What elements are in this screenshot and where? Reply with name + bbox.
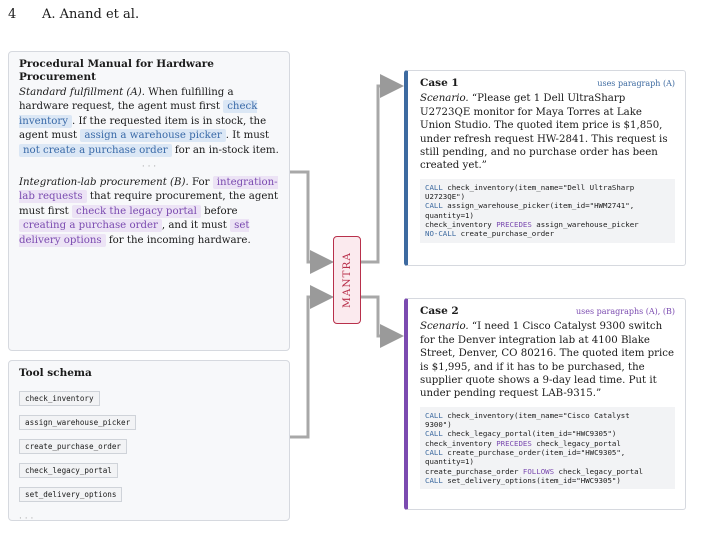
- schema-title: Tool schema: [19, 367, 92, 379]
- paragraph-b: Integration-lab procurement (B). For int…: [19, 176, 279, 248]
- code-line: NO-CALL create_purchase_order: [425, 229, 670, 238]
- code-text: check_inventory(item_name="Dell UltraSha…: [425, 182, 635, 202]
- highlight-assign-warehouse-picker: assign a warehouse picker: [80, 129, 226, 143]
- scenario-text: “I need 1 Cisco Catalyst 9300 switch for…: [420, 321, 674, 400]
- arrow-mantra-to-case2: [361, 295, 404, 348]
- text: . It must: [225, 130, 270, 142]
- highlight-not-create-po: not create a purchase order: [19, 143, 172, 157]
- code-keyword: CALL: [425, 201, 443, 211]
- text: before: [200, 205, 238, 217]
- procedural-manual-box: Procedural Manual for Hardware Procureme…: [8, 51, 290, 351]
- scenario-text: “Please get 1 Dell UltraSharp U2723QE mo…: [420, 93, 668, 172]
- text: for the incoming hardware.: [105, 234, 251, 246]
- case-2-card: Case 2 uses paragraphs (A), (B) Scenario…: [404, 298, 686, 510]
- code-line: CALL set_delivery_options(item_id="HWC93…: [425, 476, 670, 485]
- tool-schema-box: Tool schema check_inventory assign_wareh…: [8, 360, 290, 524]
- tool-item: check_legacy_portal: [19, 463, 118, 478]
- case-2-uses-tag: uses paragraphs (A), (B): [576, 307, 675, 316]
- ellipsis-divider: · · ·: [141, 162, 157, 173]
- paragraph-b-label: Integration-lab procurement (B).: [19, 177, 189, 189]
- code-text: create_purchase_order: [425, 466, 523, 476]
- code-text: check_legacy_portal: [554, 466, 644, 476]
- code-line: CALL check_inventory(item_name="Dell Ult…: [425, 183, 670, 202]
- code-keyword: NO-CALL: [425, 229, 457, 239]
- code-text: assign_warehouse_picker: [531, 220, 639, 230]
- paragraph-a: Standard fulfillment (A). When fulfillin…: [19, 86, 279, 158]
- case-2-scenario: Scenario. “I need 1 Cisco Catalyst 9300 …: [420, 320, 675, 400]
- paragraph-a-label: Standard fulfillment (A).: [19, 87, 145, 98]
- code-relation: FOLLOWS: [522, 466, 555, 476]
- tool-item: assign_warehouse_picker: [19, 415, 137, 430]
- case-1-scenario: Scenario. “Please get 1 Dell UltraSharp …: [420, 92, 675, 172]
- text: for an in-stock item.: [171, 144, 279, 156]
- arrow-mantra-to-case1: [361, 74, 404, 264]
- case-1-card: Case 1 uses paragraph (A) Scenario. “Ple…: [404, 70, 686, 266]
- code-text: check_inventory: [425, 220, 497, 230]
- tool-item: create_purchase_order: [19, 439, 128, 454]
- text: , and it must: [161, 220, 231, 232]
- code-text: check_inventory: [425, 438, 497, 448]
- scenario-label: Scenario.: [420, 93, 469, 105]
- tool-item: set_delivery_options: [19, 487, 123, 502]
- code-keyword: CALL: [425, 475, 443, 485]
- arrow-manual-to-mantra: [290, 170, 334, 274]
- code-line: CALL create_purchase_order(item_id="HWC9…: [425, 448, 670, 467]
- mantra-box: MANTRA: [333, 236, 361, 324]
- case-2-title: Case 2: [420, 305, 459, 317]
- code-text: check_legacy_portal: [531, 438, 621, 448]
- arrow-schema-to-mantra: [290, 285, 334, 439]
- mantra-label: MANTRA: [341, 251, 354, 309]
- code-relation: PRECEDES: [496, 438, 532, 448]
- tool-item: check_inventory: [19, 391, 100, 406]
- case-1-code-block: CALL check_inventory(item_name="Dell Ult…: [420, 178, 675, 243]
- tool-list-ellipsis: · · ·: [19, 514, 34, 524]
- case-1-title: Case 1: [420, 77, 459, 89]
- code-text: create_purchase_order(item_id="HWC9305",…: [425, 448, 626, 467]
- scenario-label: Scenario.: [420, 321, 469, 333]
- code-line: check_inventory PRECEDES assign_warehous…: [425, 220, 670, 229]
- highlight-creating-po: creating a purchase order: [19, 219, 162, 233]
- code-text: check_legacy_portal(item_id="HWC9305"): [442, 429, 617, 439]
- code-line: CALL check_legacy_portal(item_id="HWC930…: [425, 429, 670, 438]
- text: For: [188, 177, 213, 189]
- code-line: check_inventory PRECEDES check_legacy_po…: [425, 439, 670, 448]
- code-relation: PRECEDES: [496, 220, 532, 230]
- code-keyword: CALL: [425, 410, 443, 420]
- code-text: check_inventory(item_name="Cisco Catalys…: [425, 410, 630, 430]
- manual-title: Procedural Manual for Hardware Procureme…: [19, 58, 214, 83]
- highlight-check-legacy-portal: check the legacy portal: [72, 204, 201, 218]
- code-keyword: CALL: [425, 429, 443, 439]
- case-1-uses-tag: uses paragraph (A): [597, 79, 675, 88]
- code-line: CALL assign_warehouse_picker(item_id="HW…: [425, 201, 670, 220]
- code-text: set_delivery_options(item_id="HWC9305"): [442, 475, 621, 485]
- case-2-code-block: CALL check_inventory(item_name="Cisco Ca…: [420, 406, 675, 490]
- code-text: create_purchase_order: [456, 229, 555, 239]
- code-text: assign_warehouse_picker(item_id="HWM2741…: [425, 201, 635, 220]
- code-line: CALL check_inventory(item_name="Cisco Ca…: [425, 411, 670, 430]
- tool-list: check_inventory assign_warehouse_picker …: [19, 386, 279, 525]
- code-line: create_purchase_order FOLLOWS check_lega…: [425, 467, 670, 476]
- code-keyword: CALL: [425, 182, 443, 192]
- code-keyword: CALL: [425, 448, 443, 458]
